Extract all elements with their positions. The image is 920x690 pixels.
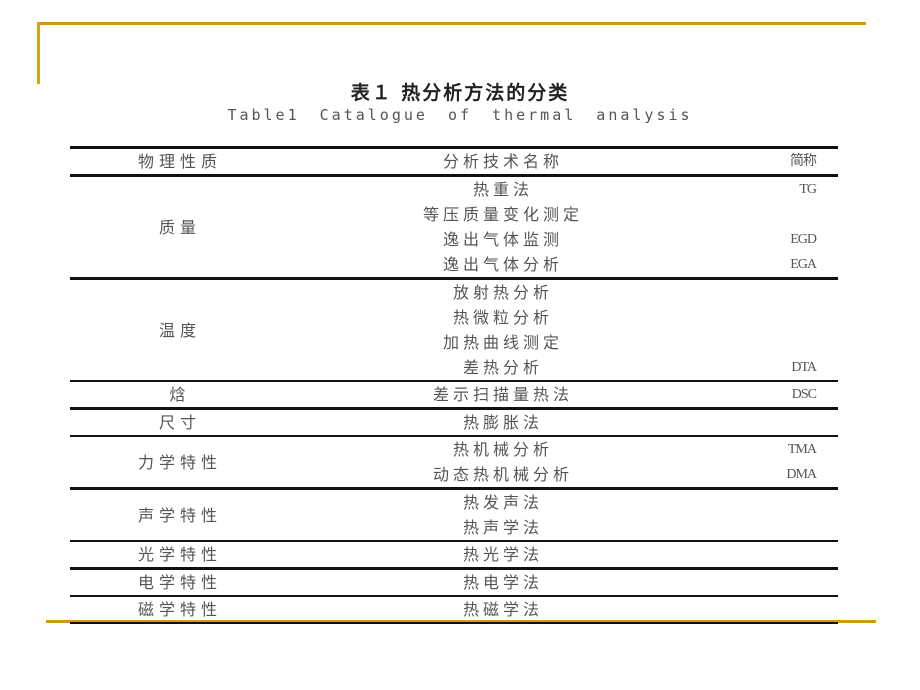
technique-cell: 差热分析	[462, 358, 543, 377]
abbr-cell	[716, 277, 838, 305]
abbr-cell: EGD	[790, 232, 817, 247]
property-cell: 光学特性	[70, 540, 290, 569]
technique-cell: 放射热分析	[290, 277, 716, 305]
header-technique: 分析技术名称	[290, 146, 716, 177]
table-row: 光学特性 热光学法	[70, 540, 838, 569]
header-abbr: 简称	[716, 146, 838, 177]
table-body: 质量 热重法 TG 等压质量变化测定 逸出气体监测 EGD 逸出气体分析 EGA 温度 放射热分析…	[70, 176, 838, 624]
technique-cell: 逸出气体分析	[442, 255, 563, 274]
abbr-cell	[716, 515, 838, 541]
property-cell: 尺寸	[70, 407, 290, 436]
header-row: 物理性质 分析技术名称 简称	[70, 146, 838, 177]
property-cell: 磁学特性	[70, 595, 290, 624]
abbr-cell	[716, 330, 838, 355]
table-row: 磁学特性 热磁学法	[70, 595, 838, 624]
property-cell: 电学特性	[70, 567, 290, 596]
technique-cell: 热磁学法	[290, 595, 716, 624]
technique-cell: 热光学法	[290, 540, 716, 569]
abbr-cell	[716, 407, 838, 436]
property-cell: 焓	[70, 380, 290, 409]
abbr-cell: DTA	[791, 360, 817, 375]
property-cell: 质量	[158, 217, 201, 237]
abbr-cell: DMA	[786, 467, 817, 482]
abbr-cell	[716, 202, 838, 227]
technique-cell: 热微粒分析	[452, 308, 553, 327]
property-cell: 力学特性	[70, 435, 290, 489]
property-cell: 声学特性	[70, 487, 290, 541]
top-decor-line	[37, 22, 866, 25]
technique-cell: 动态热机械分析	[432, 465, 573, 484]
table-row: 焓差示扫描量热法 DSC	[70, 380, 838, 409]
table-title-english: Table1 Catalogue of thermal analysis	[227, 106, 693, 124]
technique-cell: 热声学法	[462, 518, 543, 537]
technique-cell: 热重法	[472, 180, 533, 199]
abbr-cell	[716, 305, 838, 330]
technique-cell: 热机械分析	[290, 435, 716, 462]
abbr-cell: TG	[799, 182, 817, 197]
table-row: 力学特性 热机械分析 TMA	[70, 435, 838, 489]
abbr-cell	[716, 540, 838, 569]
technique-cell: 差示扫描量热法	[290, 380, 716, 409]
technique-cell: 加热曲线测定	[442, 333, 563, 352]
abbr-cell	[716, 595, 838, 624]
table-row: 声学特性 热发声法	[70, 487, 838, 541]
left-decor-line	[37, 22, 40, 84]
table-row: 温度 放射热分析	[70, 277, 838, 381]
abbr-cell	[716, 487, 838, 515]
table-row: 尺寸 热膨胀法	[70, 407, 838, 436]
abbr-cell: TMA	[716, 435, 838, 462]
abbr-cell: EGA	[790, 257, 817, 272]
table-row: 电学特性 热电学法	[70, 567, 838, 596]
technique-cell: 逸出气体监测	[442, 230, 563, 249]
table-row: 质量 热重法 TG	[70, 176, 838, 237]
abbr-cell	[716, 567, 838, 596]
thermal-analysis-table: 物理性质 分析技术名称 简称 质量 热重法 TG 等压质量变化测定 逸出气体监测 EGD 逸…	[70, 146, 838, 624]
technique-cell: 热膨胀法	[290, 407, 716, 436]
technique-cell: 热电学法	[290, 567, 716, 596]
property-cell: 温度	[70, 277, 290, 381]
technique-cell: 等压质量变化测定	[422, 205, 583, 224]
technique-cell: 热发声法	[290, 487, 716, 515]
table-title-chinese: 表１ 热分析方法的分类	[350, 82, 570, 104]
abbr-cell: DSC	[716, 380, 838, 409]
header-property: 物理性质	[70, 146, 290, 177]
